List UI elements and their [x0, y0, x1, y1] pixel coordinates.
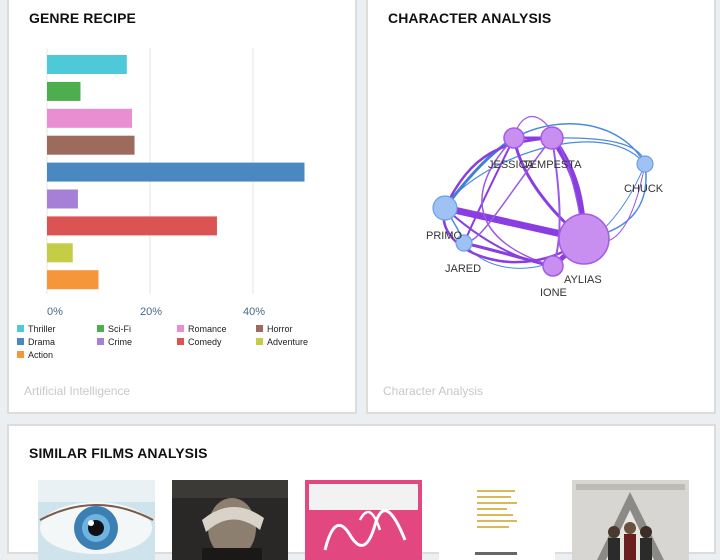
legend-swatch [256, 325, 263, 332]
legend-item-drama[interactable]: Drama [17, 337, 55, 347]
bar-action[interactable] [47, 270, 99, 290]
legend-label: Horror [267, 324, 293, 334]
label-chuck: CHUCK [624, 183, 664, 195]
bar-sci-fi[interactable] [47, 81, 81, 101]
genre-bar-chart: 0% 20% 40% [46, 48, 305, 318]
legend-item-crime[interactable]: Crime [97, 337, 132, 347]
legend-label: Comedy [188, 337, 222, 347]
label-ione: IONE [540, 287, 567, 299]
bar-horror[interactable] [47, 135, 135, 155]
legend-label: Drama [28, 337, 56, 347]
character-footer: Character Analysis [383, 384, 484, 398]
legend-label: Romance [188, 324, 227, 334]
node-primo [432, 195, 458, 221]
legend-item-adventure[interactable]: Adventure [256, 337, 308, 347]
x-tick-label: 20% [140, 306, 162, 318]
legend-item-sci-fi[interactable]: Sci-Fi [97, 324, 131, 334]
legend-label: Adventure [267, 337, 309, 347]
network-link [513, 122, 646, 165]
genre-recipe-card: GENRE RECIPE 0% 20% 40% Thriller Sci-Fi Roma… [7, 0, 357, 414]
film-poster-2[interactable] [172, 480, 288, 560]
legend-swatch [97, 325, 104, 332]
legend-label: Action [28, 350, 54, 360]
network-link [481, 137, 554, 267]
bar-comedy[interactable] [47, 216, 217, 236]
legend-label: Thriller [28, 324, 56, 334]
network-link [443, 136, 554, 210]
legend-swatch [17, 325, 24, 332]
character-analysis-card: CHARACTER ANALYSIS JESSICA TEMPESTA CHUC… [366, 0, 716, 414]
legend-swatch [177, 338, 184, 345]
legend-item-thriller[interactable]: Thriller [17, 324, 56, 334]
network-link [551, 137, 561, 267]
bar-drama[interactable] [47, 162, 305, 182]
legend-swatch [17, 351, 24, 358]
node-aylias [558, 213, 610, 265]
similar-films-card: SIMILAR FILMS ANALYSIS [7, 424, 716, 560]
bar-thriller[interactable] [47, 55, 127, 74]
node-jessica [503, 127, 525, 149]
x-tick-label: 40% [243, 306, 265, 318]
node-ione [542, 255, 564, 277]
x-tick-label: 0% [47, 306, 63, 318]
bar-adventure[interactable] [47, 243, 73, 263]
label-tempesta: TEMPESTA [523, 159, 582, 171]
legend-swatch [97, 338, 104, 345]
legend-label: Sci-Fi [108, 324, 131, 334]
label-primo: PRIMO [426, 230, 463, 242]
genre-footer: Artificial Intelligence [24, 384, 131, 398]
film-poster-5[interactable] [572, 480, 689, 560]
node-chuck [636, 155, 654, 173]
bar-romance[interactable] [47, 108, 132, 128]
bar-crime[interactable] [47, 189, 78, 209]
legend-swatch [256, 338, 263, 345]
character-network-graph: JESSICA TEMPESTA CHUCK PRIMO JARED AYLIA… [426, 116, 664, 299]
film-poster-4[interactable] [439, 480, 555, 560]
label-jared: JARED [445, 263, 481, 275]
legend-item-comedy[interactable]: Comedy [177, 337, 222, 347]
legend-swatch [17, 338, 24, 345]
node-tempesta [540, 126, 564, 150]
legend-label: Crime [108, 337, 132, 347]
label-aylias: AYLIAS [564, 274, 602, 286]
legend-item-romance[interactable]: Romance [177, 324, 227, 334]
film-poster-3[interactable] [305, 480, 422, 560]
legend-item-horror[interactable]: Horror [256, 324, 293, 334]
legend-swatch [177, 325, 184, 332]
film-poster-1[interactable] [38, 480, 155, 560]
legend-item-action[interactable]: Action [17, 350, 53, 360]
similar-films-title: SIMILAR FILMS ANALYSIS [29, 445, 208, 461]
